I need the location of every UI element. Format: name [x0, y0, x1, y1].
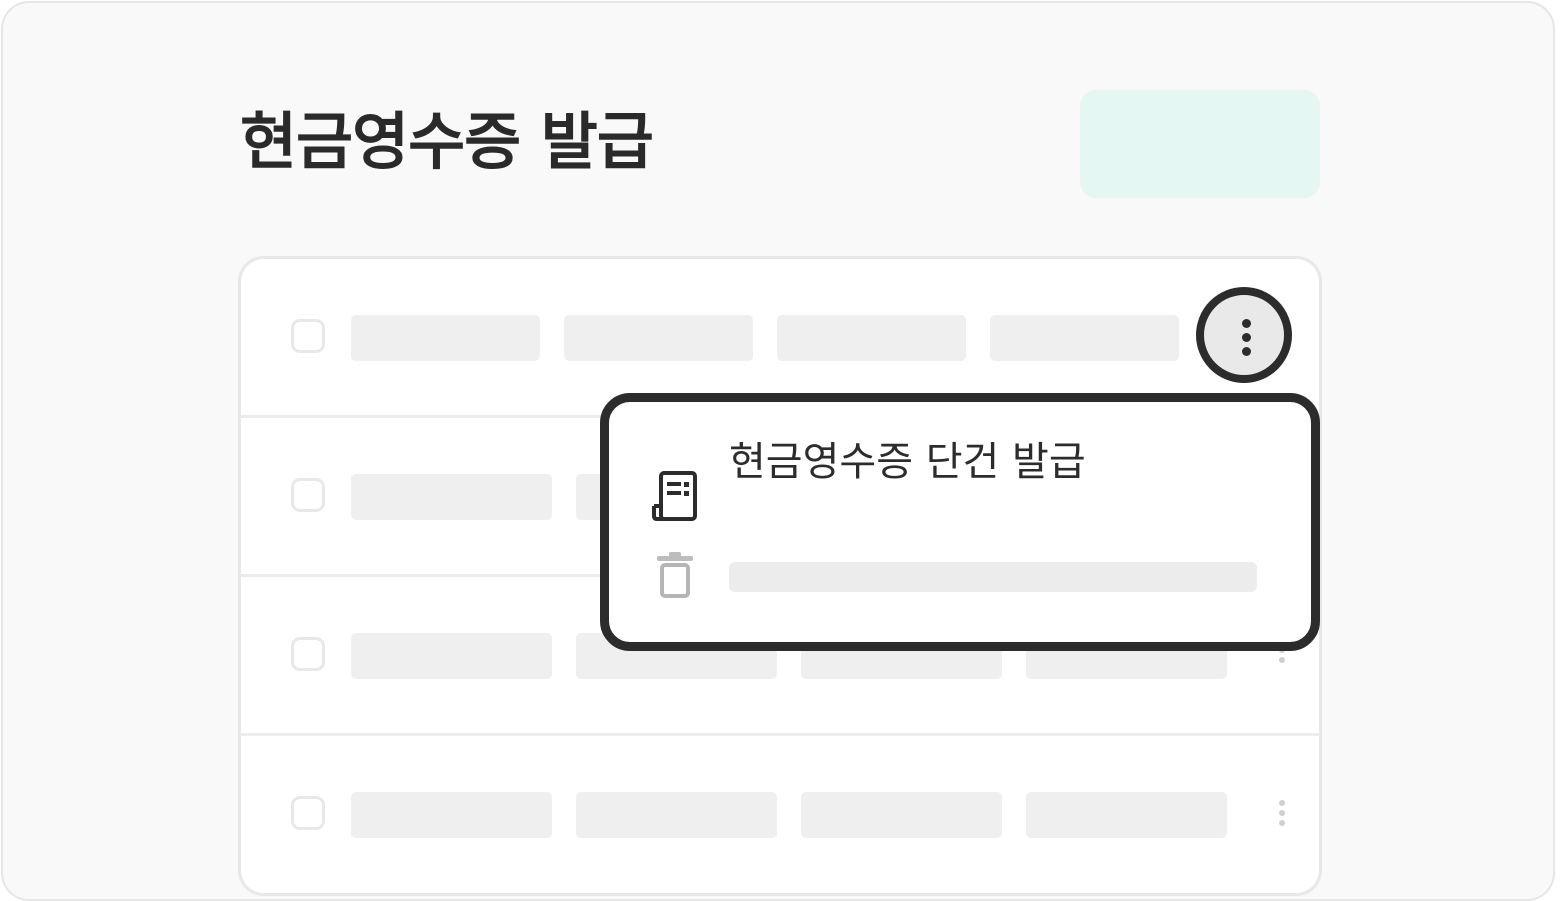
more-options-button[interactable] — [1196, 287, 1292, 383]
trash-icon — [655, 550, 695, 604]
row-checkbox[interactable] — [291, 796, 325, 830]
table-cell — [1026, 792, 1227, 838]
table-cell — [351, 792, 552, 838]
table-cell — [801, 792, 1002, 838]
table-cell — [990, 315, 1179, 361]
table-cell — [351, 315, 540, 361]
page-title: 현금영수증 발급 — [240, 105, 654, 178]
table-row[interactable] — [241, 736, 1319, 893]
table-cell — [351, 633, 552, 679]
row-checkbox[interactable] — [291, 637, 325, 671]
table-cell — [576, 792, 777, 838]
row-context-menu: 현금영수증 단건 발급 — [600, 393, 1320, 651]
table-cell — [777, 315, 966, 361]
menu-item-label-placeholder — [729, 562, 1257, 592]
row-more-icon[interactable] — [1277, 800, 1287, 840]
table-cell — [564, 315, 753, 361]
receipt-icon — [651, 470, 699, 526]
table-cell — [351, 474, 552, 520]
row-checkbox[interactable] — [291, 319, 325, 353]
menu-item-issue-single-receipt[interactable]: 현금영수증 단건 발급 — [609, 432, 1311, 522]
primary-action-button[interactable] — [1080, 90, 1320, 198]
row-checkbox[interactable] — [291, 478, 325, 512]
menu-item-label: 현금영수증 단건 발급 — [729, 439, 1086, 485]
